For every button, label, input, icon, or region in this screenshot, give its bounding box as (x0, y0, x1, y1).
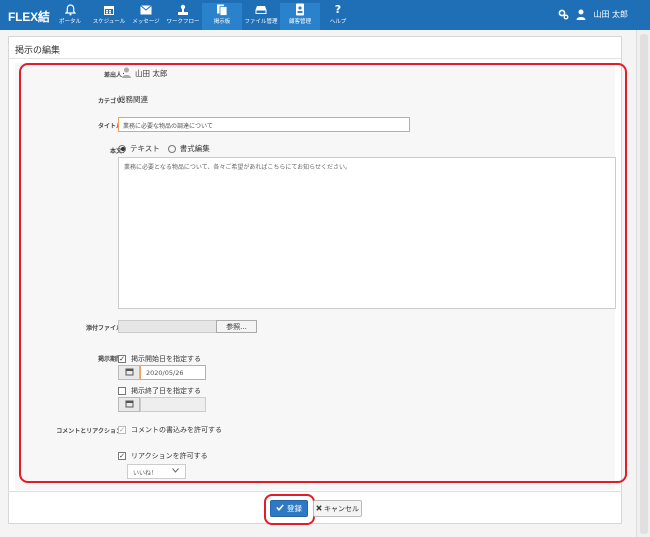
close-icon (316, 504, 322, 513)
drive-icon (254, 3, 268, 16)
calendar-icon (102, 3, 116, 16)
nav-files[interactable]: ファイル管理 (241, 3, 281, 25)
envelope-icon (139, 3, 153, 16)
footer-divider (8, 491, 622, 492)
page-title: 掲示の編集 (15, 46, 61, 56)
nav-customers[interactable]: 顧客管理 (280, 3, 320, 30)
nav-label: ポータル (58, 19, 81, 25)
nav-bulletin[interactable]: 掲示板 (202, 3, 242, 30)
user-name[interactable]: 山田 太郎 (593, 9, 628, 20)
bell-icon (63, 3, 77, 16)
nav-label: メッセージ (132, 19, 160, 25)
top-navbar: FLEX結 ポータル スケジュール メッセージ ワークフロー 掲示板 ファイル管… (0, 0, 650, 30)
customer-icon (293, 3, 307, 16)
nav-label: ワークフロー (166, 19, 200, 25)
user-tools: 山田 太郎 (557, 8, 628, 20)
scrollbar[interactable] (636, 30, 650, 537)
nav-message[interactable]: メッセージ (126, 3, 166, 25)
cancel-button-label: キャンセル (324, 504, 359, 513)
nav-label: 顧客管理 (288, 19, 311, 25)
bulletin-icon (215, 3, 229, 16)
workflow-icon (176, 3, 190, 16)
nav-label: ヘルプ (329, 19, 347, 25)
nav-label: 掲示板 (213, 19, 231, 25)
user-icon (575, 8, 587, 20)
help-icon: ? (334, 3, 342, 16)
nav-portal[interactable]: ポータル (50, 3, 90, 25)
highlight-frame (19, 63, 627, 483)
settings-icon[interactable] (557, 8, 569, 20)
nav-label: ファイル管理 (244, 19, 278, 25)
nav-schedule[interactable]: スケジュール (89, 3, 129, 25)
nav-label: スケジュール (92, 19, 126, 25)
divider (9, 58, 621, 59)
scroll-thumb[interactable] (640, 34, 648, 534)
save-highlight-frame (264, 494, 315, 525)
nav-workflow[interactable]: ワークフロー (163, 3, 203, 25)
nav-help[interactable]: ? ヘルプ (318, 3, 358, 25)
app-logo[interactable]: FLEX結 (8, 8, 50, 25)
cancel-button[interactable]: キャンセル (313, 500, 362, 517)
